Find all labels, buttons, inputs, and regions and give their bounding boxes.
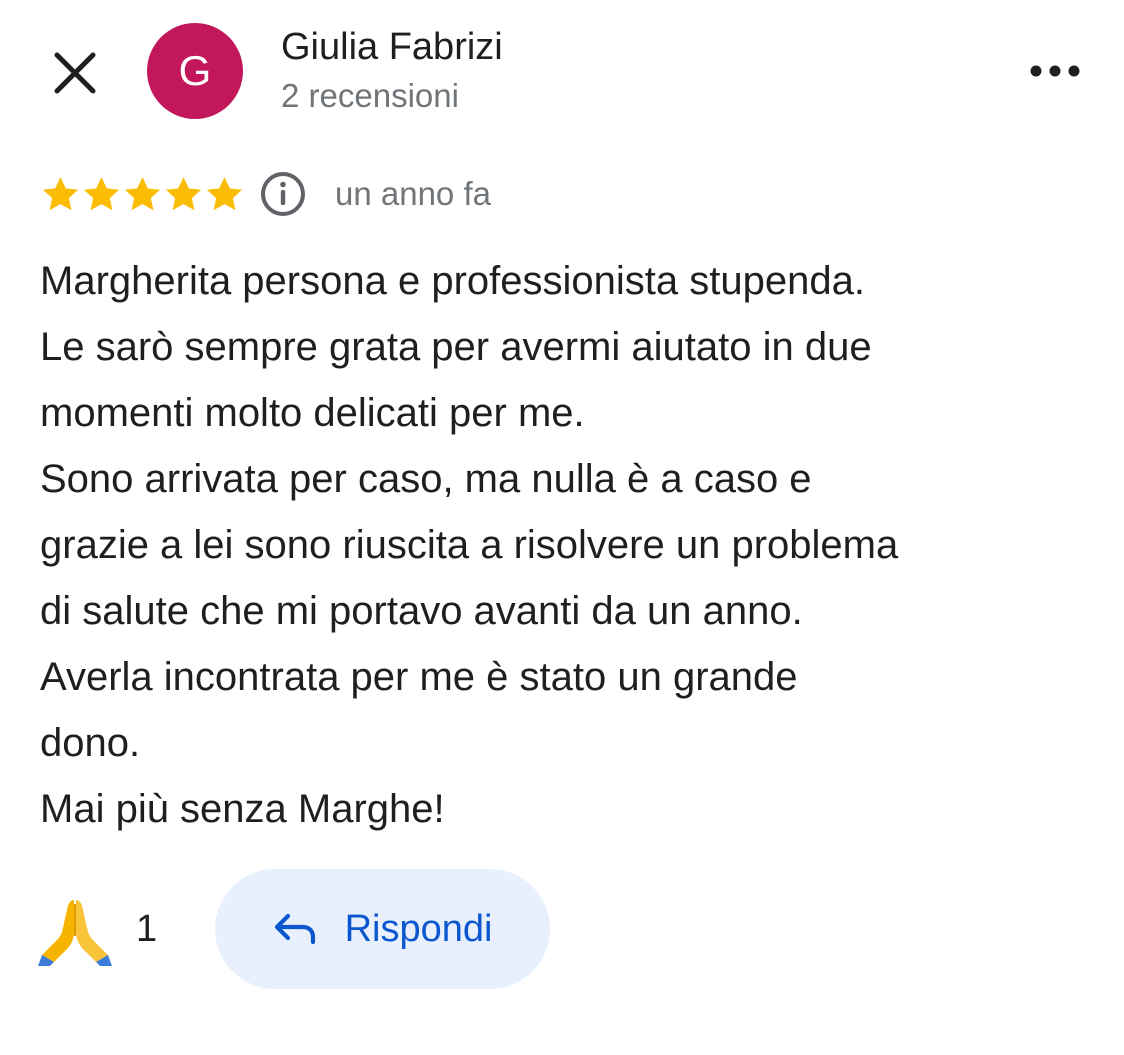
- review-detail-page: G Giulia Fabrizi 2 recensioni un anno fa…: [0, 0, 1124, 1055]
- reaction-button[interactable]: 1: [38, 892, 157, 966]
- reply-button[interactable]: Rispondi: [215, 869, 550, 989]
- star-icon: [206, 176, 243, 210]
- folded-hands-icon: [38, 900, 112, 966]
- rating-row: un anno fa: [40, 170, 491, 218]
- author-review-count: 2 recensioni: [281, 77, 459, 114]
- reply-label: Rispondi: [344, 907, 493, 950]
- review-text: Margherita persona e professionista stup…: [40, 259, 899, 831]
- avatar-letter: G: [178, 47, 212, 94]
- star-icon: [124, 176, 161, 210]
- reaction-count: 1: [136, 907, 158, 950]
- close-button[interactable]: [40, 38, 110, 108]
- info-icon: [261, 172, 305, 216]
- info-button[interactable]: [259, 170, 307, 218]
- star-rating: [40, 174, 245, 215]
- review-time: un anno fa: [335, 175, 491, 212]
- reply-arrow-icon: [274, 913, 315, 945]
- author-name[interactable]: Giulia Fabrizi: [281, 26, 503, 69]
- avatar[interactable]: G: [147, 23, 243, 119]
- more-options-button[interactable]: [1020, 46, 1090, 96]
- star-icon: [83, 176, 120, 210]
- star-icon: [165, 176, 202, 210]
- star-icon: [42, 176, 79, 210]
- close-icon: [54, 52, 96, 94]
- more-horizontal-icon: [1030, 65, 1080, 77]
